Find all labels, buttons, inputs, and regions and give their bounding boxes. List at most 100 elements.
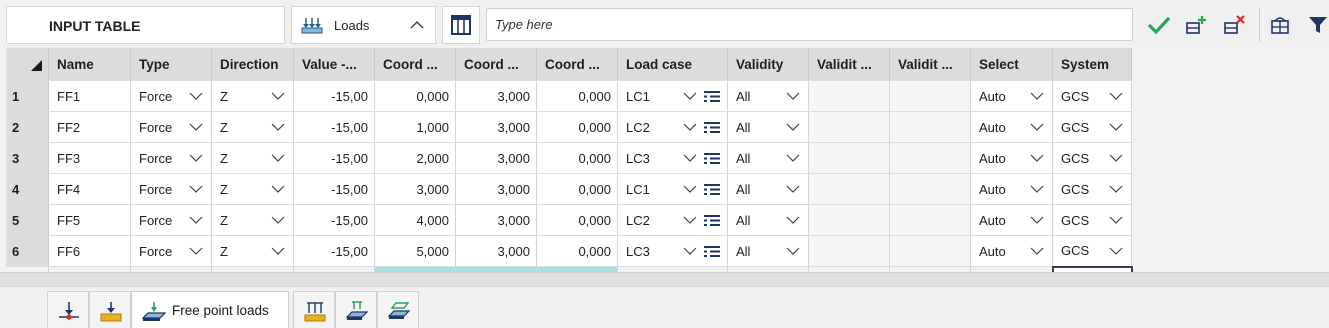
cell-validity-3[interactable]: [889, 80, 971, 112]
cell-validity-select[interactable]: All: [727, 204, 809, 236]
horizontal-scrollbar[interactable]: [0, 272, 1329, 286]
row-number[interactable]: 4: [6, 173, 49, 205]
cell-coord-1[interactable]: 4,000: [374, 204, 456, 236]
table-row[interactable]: 3 FF3 Force Z -15,00 2,000 3,000 0,000 LC3 All Aut…: [6, 142, 1132, 174]
row-number[interactable]: 5: [6, 204, 49, 236]
table-edit-button[interactable]: [1264, 6, 1298, 44]
header-direction[interactable]: Direction: [211, 48, 294, 81]
cell-type-select[interactable]: Force: [130, 111, 212, 143]
cell-select-select[interactable]: Auto: [970, 235, 1053, 267]
cell-coord-3[interactable]: 0,000: [536, 111, 618, 143]
loads-dropdown[interactable]: Loads: [291, 6, 436, 44]
cell-value[interactable]: -15,00: [293, 80, 375, 112]
tab-point-load-on-node[interactable]: [47, 291, 89, 328]
cell-load-case-select[interactable]: LC2: [617, 204, 728, 236]
cell-system-select[interactable]: GCS: [1052, 204, 1132, 236]
cell-validity-2[interactable]: [808, 204, 890, 236]
add-row-button[interactable]: [1180, 6, 1214, 44]
cell-select-select[interactable]: Auto: [970, 204, 1053, 236]
header-coord-3[interactable]: Coord ...: [536, 48, 618, 81]
header-value[interactable]: Value -...: [293, 48, 375, 81]
cell-select-select[interactable]: Auto: [970, 80, 1053, 112]
cell-direction-select[interactable]: Z: [211, 142, 294, 174]
cell-coord-3[interactable]: 0,000: [536, 204, 618, 236]
table-row[interactable]: 2 FF2 Force Z -15,00 1,000 3,000 0,000 LC2 All Aut…: [6, 111, 1132, 143]
tab-free-line-loads[interactable]: [335, 291, 377, 328]
cell-validity-3[interactable]: [889, 111, 971, 143]
cell-coord-2[interactable]: 3,000: [455, 111, 537, 143]
cell-validity-select[interactable]: All: [727, 173, 809, 205]
cell-name[interactable]: FF2: [48, 111, 131, 143]
cell-type-select[interactable]: Force: [130, 173, 212, 205]
delete-row-button[interactable]: [1218, 6, 1252, 44]
header-validity-3[interactable]: Validit ...: [889, 48, 971, 81]
cell-coord-3[interactable]: 0,000: [536, 235, 618, 267]
cell-name[interactable]: FF4: [48, 173, 131, 205]
cell-select-select[interactable]: Auto: [970, 173, 1053, 205]
cell-coord-1[interactable]: 0,000: [374, 80, 456, 112]
header-type[interactable]: Type: [130, 48, 212, 81]
header-coord-2[interactable]: Coord ...: [455, 48, 537, 81]
cell-system-select[interactable]: GCS: [1052, 111, 1132, 143]
cell-coord-1[interactable]: 3,000: [374, 173, 456, 205]
cell-type-select[interactable]: Force: [130, 80, 212, 112]
cell-coord-2[interactable]: 3,000: [455, 142, 537, 174]
cell-type-select[interactable]: Force: [130, 235, 212, 267]
cell-validity-3[interactable]: [889, 173, 971, 205]
cell-direction-select[interactable]: Z: [211, 111, 294, 143]
row-number[interactable]: 3: [6, 142, 49, 174]
cell-coord-2[interactable]: 3,000: [455, 204, 537, 236]
confirm-button[interactable]: [1142, 6, 1176, 44]
search-input[interactable]: Type here: [486, 8, 1133, 41]
column-selection-button[interactable]: [442, 6, 480, 44]
cell-coord-1[interactable]: 1,000: [374, 111, 456, 143]
cell-system-select[interactable]: GCS: [1052, 80, 1132, 112]
cell-validity-select[interactable]: All: [727, 235, 809, 267]
cell-validity-3[interactable]: [889, 142, 971, 174]
cell-coord-1[interactable]: 2,000: [374, 142, 456, 174]
cell-system-select[interactable]: GCS: [1052, 142, 1132, 174]
cell-validity-3[interactable]: [889, 204, 971, 236]
cell-direction-select[interactable]: Z: [211, 204, 294, 236]
table-row[interactable]: 6 FF6 Force Z -15,00 5,000 3,000 0,000 LC3 All Aut…: [6, 235, 1132, 267]
cell-load-case-select[interactable]: LC1: [617, 80, 728, 112]
row-number[interactable]: 2: [6, 111, 49, 143]
row-number[interactable]: 1: [6, 80, 49, 112]
cell-type-select[interactable]: Force: [130, 204, 212, 236]
cell-validity-2[interactable]: [808, 235, 890, 267]
cell-select-select[interactable]: Auto: [970, 142, 1053, 174]
cell-validity-2[interactable]: [808, 80, 890, 112]
cell-name[interactable]: FF6: [48, 235, 131, 267]
cell-direction-select[interactable]: Z: [211, 235, 294, 267]
cell-validity-select[interactable]: All: [727, 80, 809, 112]
cell-load-case-select[interactable]: LC1: [617, 173, 728, 205]
cell-validity-2[interactable]: [808, 111, 890, 143]
cell-load-case-select[interactable]: LC3: [617, 142, 728, 174]
filter-button[interactable]: [1302, 6, 1329, 44]
cell-value[interactable]: -15,00: [293, 111, 375, 143]
header-coord-1[interactable]: Coord ...: [374, 48, 456, 81]
cell-coord-3[interactable]: 0,000: [536, 173, 618, 205]
header-name[interactable]: Name: [48, 48, 131, 81]
cell-value[interactable]: -15,00: [293, 173, 375, 205]
header-validity-2[interactable]: Validit ...: [808, 48, 890, 81]
cell-select-select[interactable]: Auto: [970, 111, 1053, 143]
cell-coord-2[interactable]: 3,000: [455, 235, 537, 267]
cell-direction-select[interactable]: Z: [211, 173, 294, 205]
row-number[interactable]: 6: [6, 235, 49, 267]
cell-coord-1[interactable]: 5,000: [374, 235, 456, 267]
cell-value[interactable]: -15,00: [293, 235, 375, 267]
cell-validity-2[interactable]: [808, 173, 890, 205]
header-load-case[interactable]: Load case: [617, 48, 728, 81]
tab-line-loads[interactable]: [293, 291, 335, 328]
cell-load-case-select[interactable]: LC2: [617, 111, 728, 143]
cell-direction-select[interactable]: Z: [211, 80, 294, 112]
tab-free-surface-loads[interactable]: [377, 291, 419, 328]
select-all-corner[interactable]: [6, 48, 49, 81]
table-row[interactable]: 5 FF5 Force Z -15,00 4,000 3,000 0,000 LC2 All Aut…: [6, 204, 1132, 236]
header-select[interactable]: Select: [970, 48, 1053, 81]
cell-validity-3[interactable]: [889, 235, 971, 267]
cell-coord-2[interactable]: 3,000: [455, 173, 537, 205]
cell-validity-2[interactable]: [808, 142, 890, 174]
cell-type-select[interactable]: Force: [130, 142, 212, 174]
